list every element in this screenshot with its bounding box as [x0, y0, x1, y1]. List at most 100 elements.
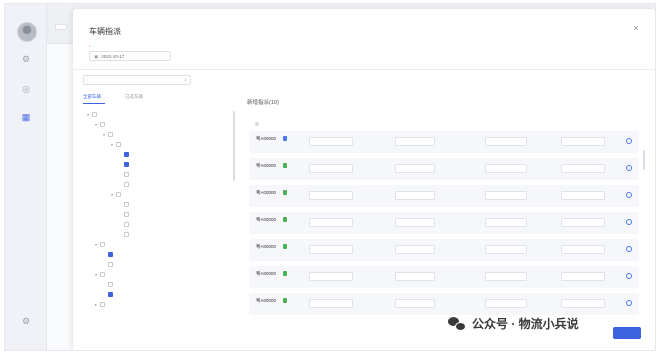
vehicle-type-select[interactable] [395, 272, 435, 281]
info-icon[interactable] [626, 138, 632, 144]
status-select[interactable] [561, 299, 605, 308]
tree-node[interactable] [119, 211, 132, 218]
gear-icon: ⚙ [21, 54, 31, 64]
tree-node[interactable] [103, 251, 116, 258]
gear-icon: ⚙ [21, 316, 31, 326]
status-select[interactable] [561, 137, 605, 146]
tree-node[interactable] [103, 281, 116, 288]
status-select[interactable] [561, 272, 605, 281]
service-select[interactable] [485, 218, 527, 227]
tree-checkbox[interactable] [92, 112, 97, 117]
tree-scrollbar[interactable] [233, 111, 235, 181]
driver-select[interactable] [309, 218, 353, 227]
grid-icon: ▦ [21, 112, 31, 122]
vehicle-type-select[interactable] [395, 164, 435, 173]
tree-node[interactable] [119, 151, 132, 158]
add-row-link[interactable] [255, 121, 262, 126]
info-icon[interactable] [626, 300, 632, 306]
tree-node[interactable]: ▾ [111, 141, 124, 148]
vehicle-type-select[interactable] [395, 299, 435, 308]
tree-node[interactable]: ▸ [95, 301, 108, 308]
rail-item-3[interactable]: ⚙ [5, 316, 47, 328]
search-input[interactable]: ⌕ [83, 75, 191, 85]
tree-checkbox[interactable] [100, 242, 105, 247]
service-select[interactable] [485, 164, 527, 173]
avatar[interactable] [17, 22, 37, 42]
service-select[interactable] [485, 191, 527, 200]
tree-tabs: 全部车辆 已选车辆 [83, 94, 231, 104]
tree-node[interactable]: ▾ [111, 191, 124, 198]
vehicle-type-select[interactable] [395, 137, 435, 146]
status-select[interactable] [561, 164, 605, 173]
tree-node[interactable] [119, 171, 132, 178]
background-tab[interactable] [55, 24, 67, 30]
tree-node[interactable] [103, 261, 116, 268]
tree-checkbox[interactable] [100, 302, 105, 307]
service-select[interactable] [485, 272, 527, 281]
tree-checkbox[interactable] [124, 232, 129, 237]
tree-checkbox[interactable] [100, 272, 105, 277]
vehicle-type-badge [283, 244, 287, 249]
tree-checkbox[interactable] [108, 262, 113, 267]
tab-all-vehicles[interactable]: 全部车辆 [83, 94, 101, 100]
status-select[interactable] [561, 191, 605, 200]
tab-selected-vehicles[interactable]: 已选车辆 [125, 94, 143, 100]
service-select[interactable] [485, 137, 527, 146]
status-select[interactable] [561, 218, 605, 227]
tree-checkbox[interactable] [124, 222, 129, 227]
rail-item-1[interactable]: ◎ [5, 84, 47, 96]
info-icon[interactable] [626, 192, 632, 198]
service-select[interactable] [485, 299, 527, 308]
tree-checkbox[interactable] [124, 182, 129, 187]
info-icon[interactable] [626, 273, 632, 279]
tree-checkbox[interactable] [108, 252, 113, 257]
tree-node[interactable] [103, 291, 116, 298]
tree-node[interactable]: ▾ [87, 111, 100, 118]
tree-node[interactable]: ▾ [95, 271, 108, 278]
tree-node[interactable] [119, 231, 132, 238]
rail-item-2[interactable]: ▦ [5, 112, 47, 124]
tree-node[interactable]: ▾ [95, 121, 108, 128]
driver-select[interactable] [309, 164, 353, 173]
info-icon[interactable] [626, 165, 632, 171]
vehicle-type-select[interactable] [395, 218, 435, 227]
watermark-text: 公众号 · 物流小兵说 [472, 317, 579, 331]
info-icon[interactable] [626, 246, 632, 252]
tree-checkbox[interactable] [116, 192, 121, 197]
tree-node[interactable] [119, 161, 132, 168]
tree-checkbox[interactable] [124, 152, 129, 157]
tree-node[interactable] [119, 181, 132, 188]
tree-checkbox[interactable] [124, 162, 129, 167]
rail-item-0[interactable]: ⚙ [5, 54, 47, 66]
service-select[interactable] [485, 245, 527, 254]
tree-checkbox[interactable] [116, 142, 121, 147]
assignment-row: 粤A00000 [249, 239, 639, 261]
tree-checkbox[interactable] [108, 132, 113, 137]
status-select[interactable] [561, 245, 605, 254]
vehicle-type-select[interactable] [395, 191, 435, 200]
tree-checkbox[interactable] [124, 172, 129, 177]
tree-node[interactable]: ▾ [95, 241, 108, 248]
tree-checkbox[interactable] [124, 212, 129, 217]
plate-number: 粤A00000 [256, 271, 277, 276]
rows-scrollbar[interactable] [643, 150, 645, 170]
tree-checkbox[interactable] [124, 202, 129, 207]
driver-select[interactable] [309, 137, 353, 146]
confirm-button[interactable] [613, 327, 641, 339]
tree-node[interactable]: ▾ [103, 131, 116, 138]
info-icon[interactable] [626, 219, 632, 225]
assignment-row: 粤A00000 [249, 212, 639, 234]
vehicle-type-select[interactable] [395, 245, 435, 254]
driver-select[interactable] [309, 191, 353, 200]
tree-node[interactable] [119, 221, 132, 228]
driver-select[interactable] [309, 299, 353, 308]
driver-select[interactable] [309, 272, 353, 281]
driver-select[interactable] [309, 245, 353, 254]
tree-checkbox[interactable] [108, 292, 113, 297]
date-field[interactable]: ▣ 2022-10-17 [89, 51, 171, 61]
assignment-row: 粤A00000 [249, 266, 639, 288]
tree-checkbox[interactable] [100, 122, 105, 127]
tree-node[interactable] [119, 201, 132, 208]
close-icon[interactable]: × [631, 23, 641, 33]
tree-checkbox[interactable] [108, 282, 113, 287]
